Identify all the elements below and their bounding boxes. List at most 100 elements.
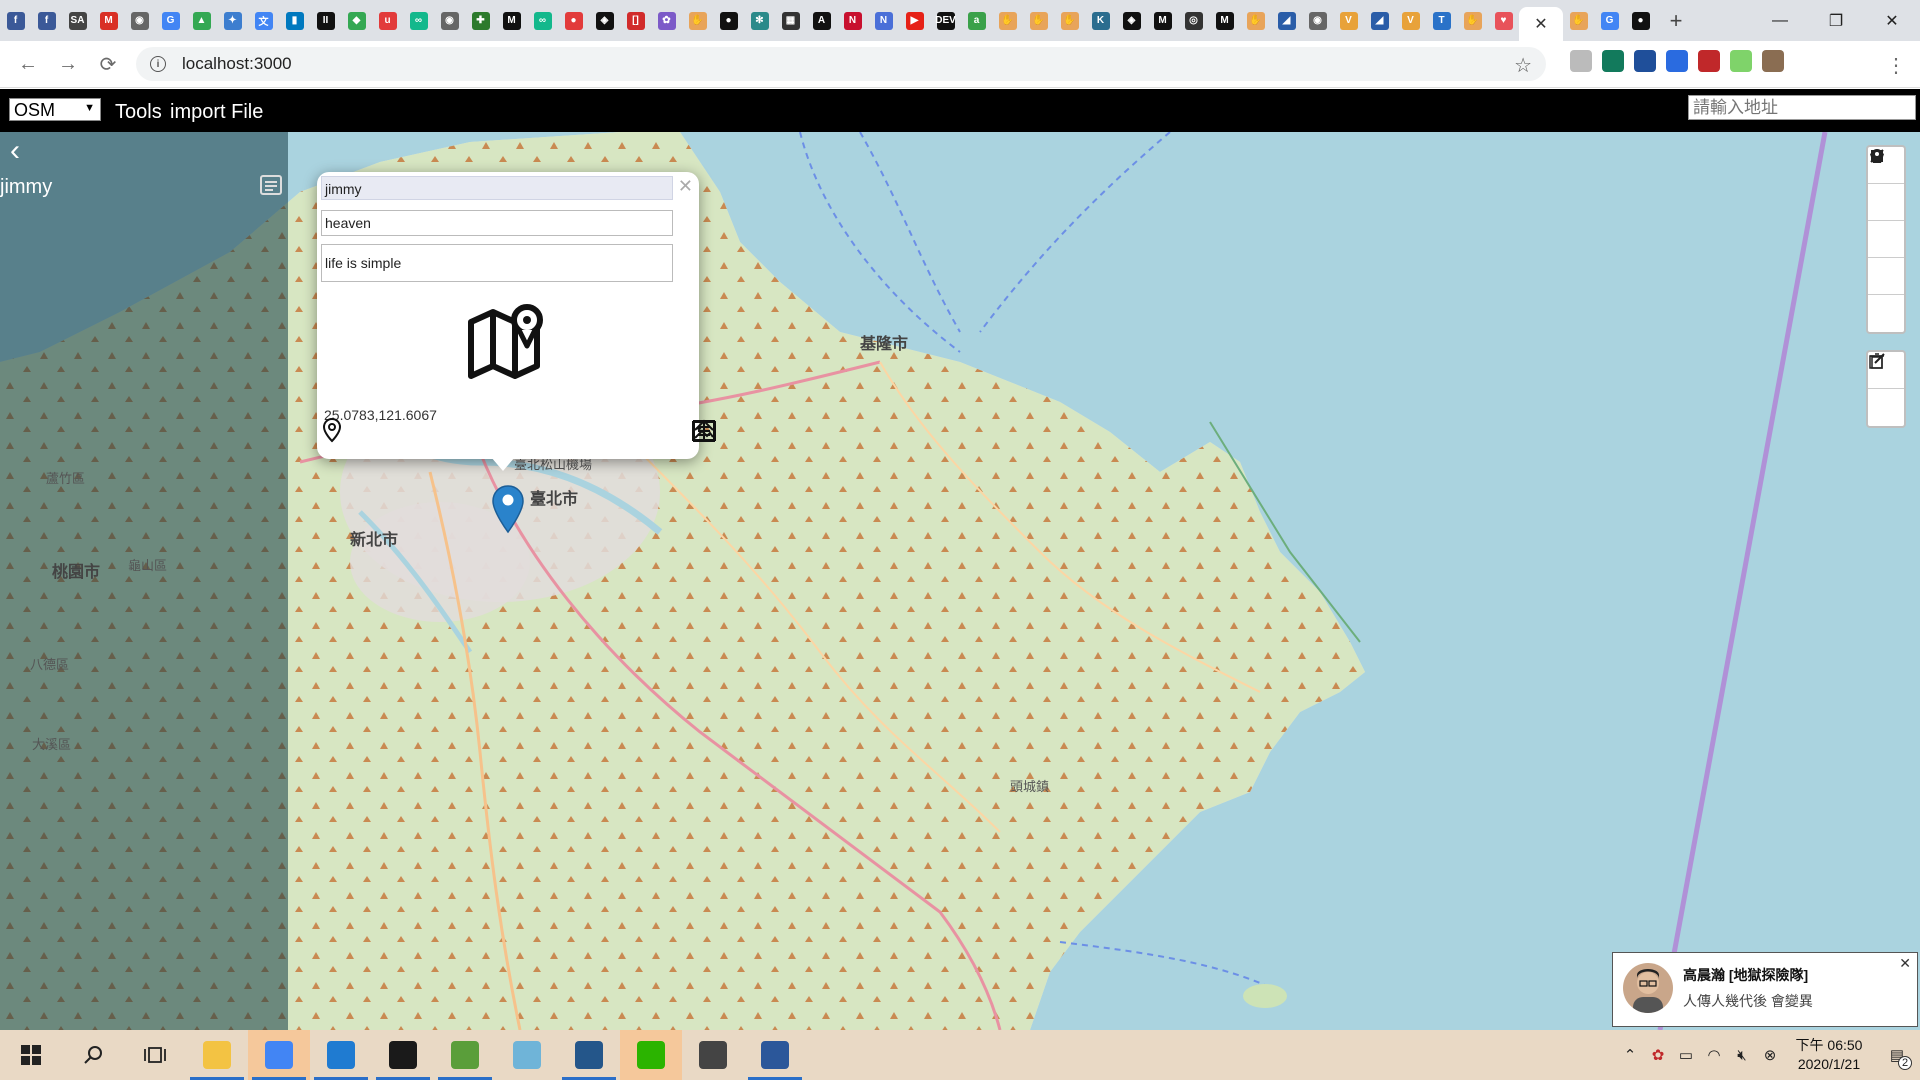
browser-tab[interactable]: f: [0, 0, 31, 41]
browser-tab[interactable]: ●: [713, 0, 744, 41]
active-tab[interactable]: ✕: [1519, 7, 1563, 41]
task-view-button[interactable]: [124, 1030, 186, 1080]
forward-button[interactable]: →: [48, 44, 88, 84]
battery-icon[interactable]: ▭: [1672, 1046, 1700, 1064]
delete-layers-button[interactable]: [1868, 353, 1904, 426]
map-view[interactable]: ‹ jimmy 基隆市 臺北市 新北市 桃園市 蘆竹區 龜山區 八德區 大溪區 頭城鎮 臺北松山機…: [0, 132, 1920, 1030]
browser-tab[interactable]: ●: [1625, 0, 1656, 41]
browser-tab[interactable]: u: [372, 0, 403, 41]
browser-tab[interactable]: ◉: [434, 0, 465, 41]
taskbar-app-button[interactable]: [682, 1030, 744, 1080]
search-button[interactable]: [62, 1030, 124, 1080]
close-popup-icon[interactable]: ✕: [678, 176, 693, 197]
browser-tab[interactable]: ✋: [1023, 0, 1054, 41]
browser-tab[interactable]: M: [496, 0, 527, 41]
browser-tab[interactable]: ●: [558, 0, 589, 41]
browser-tab[interactable]: ◢: [1364, 0, 1395, 41]
chat-notification[interactable]: 高晨瀚 [地獄探險隊] 人傳人幾代後 會變異 ✕: [1612, 952, 1918, 1027]
browser-tab[interactable]: G: [155, 0, 186, 41]
back-button[interactable]: ←: [8, 44, 48, 84]
browser-tab[interactable]: ▶: [899, 0, 930, 41]
taskbar-app-button[interactable]: [496, 1030, 558, 1080]
arrow-up-icon[interactable]: [691, 418, 717, 444]
browser-tab[interactable]: N: [837, 0, 868, 41]
browser-tab[interactable]: ✦: [217, 0, 248, 41]
browser-tab[interactable]: []: [620, 0, 651, 41]
basemap-select[interactable]: OSM ▼: [9, 98, 101, 121]
ext-icon[interactable]: [1602, 50, 1624, 72]
close-window-button[interactable]: ✕: [1864, 0, 1920, 41]
browser-tab[interactable]: ✻: [744, 0, 775, 41]
browser-tab[interactable]: DEV: [930, 0, 961, 41]
browser-tab[interactable]: V: [1395, 0, 1426, 41]
bookmark-star-icon[interactable]: ☆: [1514, 53, 1532, 78]
import-file-menu[interactable]: import File: [170, 101, 263, 124]
address-search-input[interactable]: [1688, 95, 1916, 120]
browser-tab[interactable]: a: [961, 0, 992, 41]
popup-subtitle-input[interactable]: heaven: [321, 210, 673, 236]
browser-tab[interactable]: ◉: [1302, 0, 1333, 41]
tray-app-icon[interactable]: ✿: [1644, 1046, 1672, 1064]
browser-tab[interactable]: M: [1147, 0, 1178, 41]
new-tab-button[interactable]: +: [1656, 8, 1696, 34]
maximize-button[interactable]: ❐: [1808, 0, 1864, 41]
browser-tab[interactable]: SA: [62, 0, 93, 41]
clock[interactable]: 下午 06:50 2020/1/21: [1784, 1036, 1874, 1074]
browser-tab[interactable]: ✿: [651, 0, 682, 41]
close-tab-icon[interactable]: ✕: [1534, 14, 1547, 34]
browser-tab[interactable]: ▦: [775, 0, 806, 41]
browser-tab[interactable]: ✚: [465, 0, 496, 41]
taskbar-app-button[interactable]: [248, 1030, 310, 1080]
browser-tab[interactable]: ✋: [1457, 0, 1488, 41]
browser-tab[interactable]: ∞: [527, 0, 558, 41]
browser-tab[interactable]: ✋: [1054, 0, 1085, 41]
taskbar-app-button[interactable]: [558, 1030, 620, 1080]
taskbar-app-button[interactable]: [744, 1030, 806, 1080]
browser-tab[interactable]: ◉: [124, 0, 155, 41]
reload-button[interactable]: ⟳: [88, 44, 128, 84]
browser-tab[interactable]: A: [806, 0, 837, 41]
browser-tab[interactable]: 文: [248, 0, 279, 41]
browser-tab[interactable]: ◈: [1116, 0, 1147, 41]
taskbar-app-button[interactable]: [620, 1030, 682, 1080]
wifi-icon[interactable]: ◠: [1700, 1046, 1728, 1064]
browser-tab[interactable]: ▮: [279, 0, 310, 41]
draw-marker-button[interactable]: [1868, 149, 1904, 332]
browser-tab[interactable]: ∞: [403, 0, 434, 41]
action-center-button[interactable]: ▤ 2: [1874, 1046, 1920, 1070]
chrome-menu-icon[interactable]: ⋮: [1876, 45, 1916, 85]
taskbar-app-button[interactable]: [310, 1030, 372, 1080]
chevron-up-icon[interactable]: ⌃: [1616, 1046, 1644, 1064]
browser-tab[interactable]: ◈: [589, 0, 620, 41]
tools-menu[interactable]: Tools: [115, 101, 162, 124]
sidebar-user-name[interactable]: jimmy: [0, 176, 52, 199]
ext-icon[interactable]: [1698, 50, 1720, 72]
browser-tab[interactable]: ✋: [1563, 0, 1594, 41]
close-notification-icon[interactable]: ✕: [1899, 955, 1911, 972]
browser-tab[interactable]: N: [868, 0, 899, 41]
browser-tab[interactable]: M: [93, 0, 124, 41]
minimize-button[interactable]: —: [1752, 0, 1808, 41]
browser-tab[interactable]: ◎: [1178, 0, 1209, 41]
start-button[interactable]: [0, 1030, 62, 1080]
browser-tab[interactable]: T: [1426, 0, 1457, 41]
browser-tab[interactable]: ✋: [1240, 0, 1271, 41]
browser-tab[interactable]: M: [1209, 0, 1240, 41]
ext-icon[interactable]: [1762, 50, 1784, 72]
browser-tab[interactable]: ◢: [1271, 0, 1302, 41]
browser-tab[interactable]: ♥: [1488, 0, 1519, 41]
browser-tab[interactable]: ▲: [186, 0, 217, 41]
browser-tab[interactable]: V: [1333, 0, 1364, 41]
ext-icon[interactable]: [1666, 50, 1688, 72]
document-list-icon[interactable]: [258, 172, 284, 198]
ext-icon[interactable]: [1570, 50, 1592, 72]
site-info-icon[interactable]: i: [150, 56, 166, 72]
browser-tab[interactable]: ✋: [992, 0, 1023, 41]
browser-tab[interactable]: II: [310, 0, 341, 41]
close-circle-icon[interactable]: ⊗: [1756, 1046, 1784, 1064]
browser-tab[interactable]: G: [1594, 0, 1625, 41]
browser-tab[interactable]: f: [31, 0, 62, 41]
taskbar-app-button[interactable]: [372, 1030, 434, 1080]
browser-tab[interactable]: ✋: [682, 0, 713, 41]
taskbar-app-button[interactable]: [434, 1030, 496, 1080]
